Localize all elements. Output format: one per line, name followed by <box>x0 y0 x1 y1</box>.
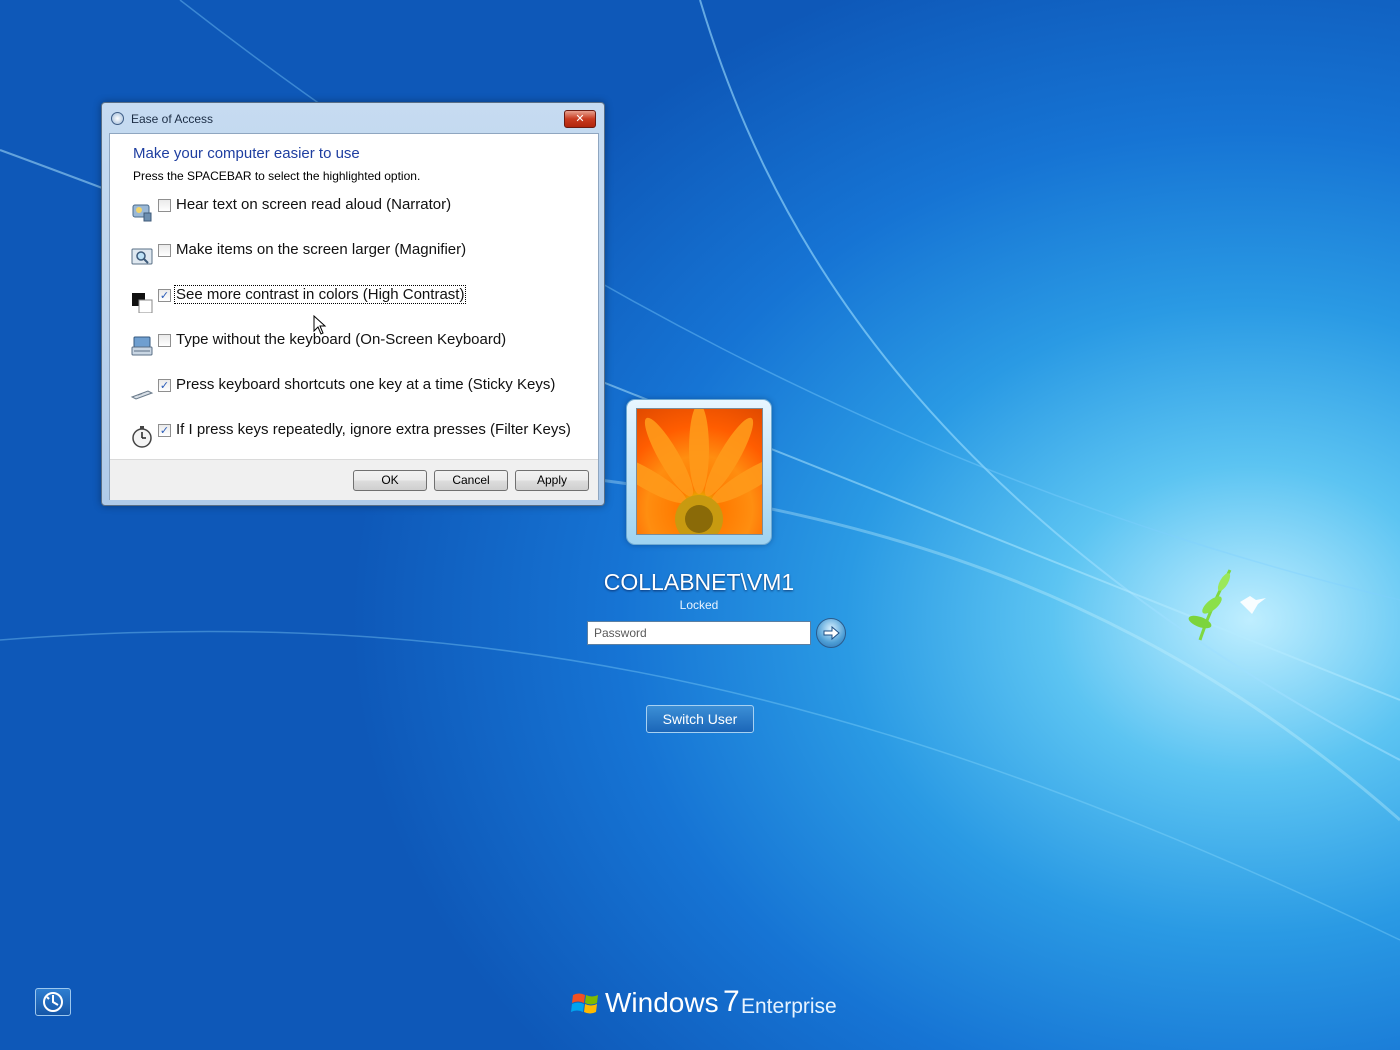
windows-edition: Enterprise <box>741 995 837 1018</box>
high-contrast-icon <box>132 293 153 313</box>
windows-wordmark: Windows <box>605 987 719 1018</box>
password-input[interactable] <box>587 621 811 645</box>
windows-logo-icon <box>571 993 598 1014</box>
apply-button[interactable]: Apply <box>515 470 589 491</box>
magnifier-icon <box>131 248 153 265</box>
ease-of-access-icon <box>111 112 124 125</box>
user-tile <box>626 399 772 545</box>
dove-icon <box>1240 596 1266 614</box>
cancel-button[interactable]: Cancel <box>434 470 508 491</box>
narrator-icon <box>132 204 152 222</box>
windows-branding: Windows 7 Enterprise <box>571 985 841 1025</box>
on-screen-keyboard-label[interactable]: Type without the keyboard (On-Screen Key… <box>175 331 507 348</box>
option-filter-keys[interactable]: ✓ If I press keys repeatedly, ignore ext… <box>128 421 588 454</box>
sticky-keys-label[interactable]: Press keyboard shortcuts one key at a ti… <box>175 376 556 393</box>
filter-keys-icon <box>132 426 152 448</box>
high-contrast-label[interactable]: See more contrast in colors (High Contra… <box>173 285 467 304</box>
user-picture <box>636 408 763 535</box>
filter-keys-label[interactable]: If I press keys repeatedly, ignore extra… <box>175 421 572 438</box>
mouse-cursor-icon <box>313 315 327 335</box>
magnifier-label[interactable]: Make items on the screen larger (Magnifi… <box>175 241 467 258</box>
dialog-content: Make your computer easier to use Press t… <box>109 133 599 500</box>
ease-of-access-dialog: Ease of Access ✕ Make your computer easi… <box>101 102 605 506</box>
arrow-right-icon <box>823 625 840 641</box>
high-contrast-checkbox[interactable]: ✓ <box>158 289 171 302</box>
filter-keys-checkbox[interactable]: ✓ <box>158 424 171 437</box>
flower-icon <box>637 409 762 534</box>
dialog-footer: OK Cancel Apply <box>110 459 598 500</box>
magnifier-checkbox[interactable] <box>158 244 171 257</box>
windows-version: 7 <box>723 985 740 1018</box>
sticky-keys-icon <box>130 390 154 400</box>
option-high-contrast[interactable]: ✓ See more contrast in colors (High Cont… <box>128 285 588 319</box>
submit-arrow-button[interactable] <box>816 618 846 648</box>
ok-button[interactable]: OK <box>353 470 427 491</box>
option-magnifier[interactable]: Make items on the screen larger (Magnifi… <box>128 241 588 274</box>
narrator-checkbox[interactable] <box>158 199 171 212</box>
lock-status: Locked <box>679 598 719 612</box>
ease-of-access-icon <box>43 992 63 1012</box>
sticky-keys-checkbox[interactable]: ✓ <box>158 379 171 392</box>
on-screen-keyboard-checkbox[interactable] <box>158 334 171 347</box>
dialog-titlebar[interactable]: Ease of Access ✕ <box>102 103 604 133</box>
option-on-screen-keyboard[interactable]: Type without the keyboard (On-Screen Key… <box>128 331 588 364</box>
ease-of-access-button[interactable] <box>35 988 71 1016</box>
option-sticky-keys[interactable]: ✓ Press keyboard shortcuts one key at a … <box>128 376 588 409</box>
close-button[interactable]: ✕ <box>564 110 596 128</box>
dialog-heading: Make your computer easier to use <box>133 145 360 162</box>
option-narrator[interactable]: Hear text on screen read aloud (Narrator… <box>128 196 588 229</box>
narrator-label[interactable]: Hear text on screen read aloud (Narrator… <box>175 196 452 213</box>
dialog-instruction: Press the SPACEBAR to select the highlig… <box>133 169 421 183</box>
switch-user-button[interactable]: Switch User <box>646 705 754 733</box>
keyboard-icon <box>131 336 153 356</box>
username: COLLABNET\VM1 <box>603 569 795 595</box>
dialog-title: Ease of Access <box>131 112 214 126</box>
